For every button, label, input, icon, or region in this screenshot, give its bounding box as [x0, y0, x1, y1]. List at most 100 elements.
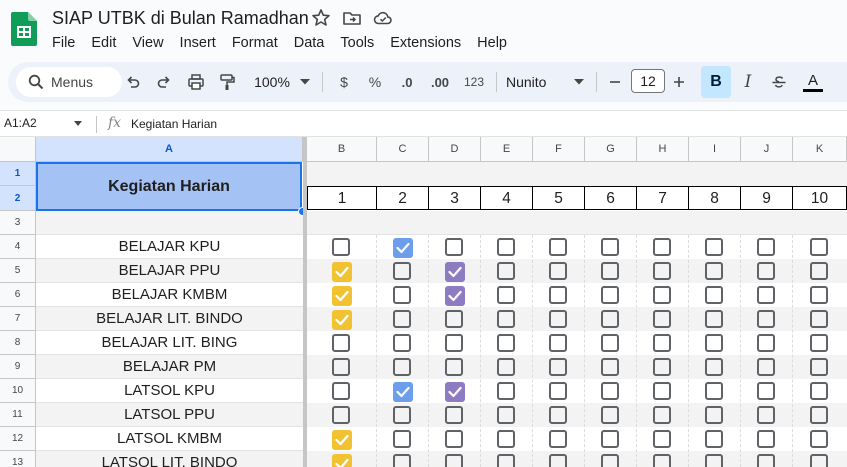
task-label[interactable]: LATSOL KMBM [36, 427, 303, 451]
task-checkbox[interactable] [705, 454, 723, 467]
task-checkbox[interactable] [497, 262, 515, 280]
task-checkbox[interactable] [393, 406, 411, 424]
currency-format-button[interactable]: $ [334, 70, 354, 94]
task-checkbox[interactable] [653, 310, 671, 328]
task-checkbox[interactable] [549, 310, 567, 328]
task-checkbox[interactable] [332, 430, 352, 450]
task-checkbox[interactable] [653, 358, 671, 376]
task-label[interactable]: LATSOL PPU [36, 403, 303, 427]
task-checkbox[interactable] [549, 406, 567, 424]
task-checkbox[interactable] [757, 382, 775, 400]
move-folder-icon[interactable] [342, 8, 362, 28]
task-label[interactable]: LATSOL KPU [36, 379, 303, 403]
task-checkbox[interactable] [810, 238, 828, 256]
task-checkbox[interactable] [705, 262, 723, 280]
menu-tools[interactable]: Tools [332, 34, 382, 52]
column-header-b[interactable]: B [307, 137, 377, 162]
column-header-c[interactable]: C [377, 137, 429, 162]
task-checkbox[interactable] [393, 430, 411, 448]
bold-button[interactable]: B [701, 66, 731, 98]
italic-button[interactable]: I [737, 70, 759, 94]
frozen-column-divider[interactable] [303, 137, 307, 467]
task-checkbox[interactable] [445, 358, 463, 376]
task-checkbox[interactable] [497, 454, 515, 467]
task-checkbox[interactable] [445, 382, 465, 402]
task-checkbox[interactable] [810, 334, 828, 352]
task-checkbox[interactable] [705, 334, 723, 352]
column-header-i[interactable]: I [689, 137, 741, 162]
decrease-decimal-button[interactable]: .0 [394, 70, 420, 94]
row-header-10[interactable]: 10 [0, 379, 36, 403]
task-checkbox[interactable] [810, 262, 828, 280]
row-header-6[interactable]: 6 [0, 283, 36, 307]
task-checkbox[interactable] [393, 382, 413, 402]
print-icon[interactable] [185, 70, 207, 94]
task-checkbox[interactable] [705, 286, 723, 304]
task-checkbox[interactable] [332, 406, 350, 424]
task-checkbox[interactable] [757, 286, 775, 304]
strikethrough-icon[interactable] [768, 70, 790, 94]
task-label[interactable]: BELAJAR PPU [36, 259, 303, 283]
task-checkbox[interactable] [601, 262, 619, 280]
font-size-increase-icon[interactable] [670, 70, 688, 94]
font-dropdown-icon[interactable] [572, 70, 586, 94]
task-checkbox[interactable] [332, 262, 352, 282]
task-checkbox[interactable] [810, 358, 828, 376]
zoom-select[interactable]: 100% [248, 70, 296, 94]
row-header-7[interactable]: 7 [0, 307, 36, 331]
day-number-cell[interactable]: 9 [741, 186, 793, 210]
task-checkbox[interactable] [549, 430, 567, 448]
task-checkbox[interactable] [549, 382, 567, 400]
task-checkbox[interactable] [705, 358, 723, 376]
task-checkbox[interactable] [549, 358, 567, 376]
task-checkbox[interactable] [705, 238, 723, 256]
zoom-dropdown-icon[interactable] [298, 70, 312, 94]
star-icon[interactable] [311, 8, 331, 28]
task-checkbox[interactable] [601, 358, 619, 376]
task-checkbox[interactable] [705, 310, 723, 328]
task-checkbox[interactable] [497, 310, 515, 328]
font-size-decrease-icon[interactable] [606, 70, 624, 94]
task-checkbox[interactable] [653, 334, 671, 352]
task-checkbox[interactable] [332, 382, 350, 400]
task-label[interactable]: BELAJAR KMBM [36, 283, 303, 307]
task-checkbox[interactable] [445, 454, 463, 467]
task-checkbox[interactable] [601, 454, 619, 467]
row-header-3[interactable]: 3 [0, 211, 36, 235]
task-label[interactable]: BELAJAR KPU [36, 235, 303, 259]
task-checkbox[interactable] [757, 454, 775, 467]
task-checkbox[interactable] [549, 286, 567, 304]
day-number-cell[interactable]: 10 [793, 186, 847, 210]
task-label[interactable]: BELAJAR LIT. BINDO [36, 307, 303, 331]
name-box-dropdown-icon[interactable] [74, 121, 82, 126]
task-label[interactable]: BELAJAR LIT. BING [36, 331, 303, 355]
menu-insert[interactable]: Insert [172, 34, 224, 52]
task-checkbox[interactable] [810, 382, 828, 400]
task-checkbox[interactable] [653, 454, 671, 467]
font-family-select[interactable]: Nunito [506, 70, 556, 94]
row-header-2[interactable]: 2 [0, 186, 36, 211]
task-checkbox[interactable] [810, 454, 828, 467]
task-checkbox[interactable] [757, 334, 775, 352]
menu-file[interactable]: File [44, 34, 83, 52]
day-number-cell[interactable]: 4 [481, 186, 533, 210]
task-checkbox[interactable] [653, 382, 671, 400]
search-menus-button[interactable]: Menus [16, 67, 122, 97]
task-checkbox[interactable] [757, 238, 775, 256]
menu-edit[interactable]: Edit [83, 34, 124, 52]
row-header-11[interactable]: 11 [0, 403, 36, 427]
task-checkbox[interactable] [757, 358, 775, 376]
task-label[interactable]: BELAJAR PM [36, 355, 303, 379]
task-checkbox[interactable] [601, 334, 619, 352]
task-checkbox[interactable] [705, 406, 723, 424]
day-number-cell[interactable]: 6 [585, 186, 637, 210]
task-checkbox[interactable] [601, 286, 619, 304]
task-checkbox[interactable] [393, 238, 413, 258]
task-checkbox[interactable] [549, 238, 567, 256]
text-color-button[interactable]: A [802, 70, 824, 94]
task-checkbox[interactable] [332, 238, 350, 256]
task-checkbox[interactable] [549, 334, 567, 352]
task-checkbox[interactable] [497, 406, 515, 424]
paint-format-icon[interactable] [216, 70, 238, 94]
day-number-cell[interactable]: 2 [377, 186, 429, 210]
